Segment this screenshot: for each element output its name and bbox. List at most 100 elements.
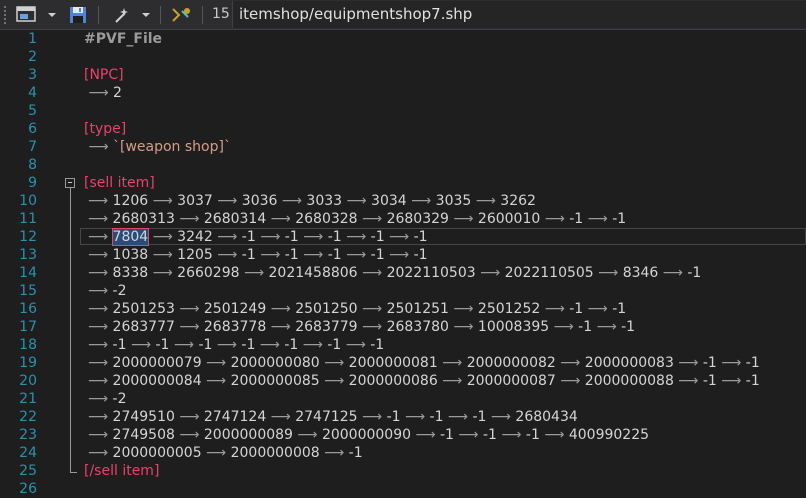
- code-token: -1: [745, 355, 760, 371]
- code-token: 2749508: [112, 427, 175, 443]
- tab-arrow: ⟶: [84, 85, 113, 101]
- code-line[interactable]: 16 ⟶ 2501253 ⟶ 2501249 ⟶ 2501250 ⟶ 250125…: [0, 300, 806, 318]
- tab-arrow: ⟶: [443, 409, 473, 425]
- tab-arrow: ⟶: [88, 391, 113, 407]
- code-token: 2021458806: [268, 265, 358, 281]
- line-number: 17: [19, 319, 37, 335]
- tab-arrow: ⟶: [319, 355, 349, 371]
- tab-arrow: ⟶: [341, 229, 371, 245]
- tab-arrow: ⟶: [292, 427, 322, 443]
- code-content: ⟶ 2501253 ⟶ 2501249 ⟶ 2501250 ⟶ 2501251 …: [88, 300, 626, 318]
- save-icon[interactable]: [66, 5, 90, 25]
- section-tag: [NPC]: [84, 67, 124, 83]
- format-icon[interactable]: [168, 5, 194, 25]
- tab-arrow: ⟶: [126, 337, 156, 353]
- tab-arrow: ⟶: [555, 355, 585, 371]
- section-tag: [sell item]: [84, 175, 155, 191]
- code-token: 2683777: [112, 319, 175, 335]
- line-number: 10: [19, 193, 37, 209]
- code-line[interactable]: 9 [sell item]: [0, 174, 806, 192]
- window-layout-icon[interactable]: [14, 5, 38, 25]
- code-line[interactable]: 2: [0, 48, 806, 66]
- tab-arrow: ⟶: [255, 337, 285, 353]
- code-token: -1: [284, 337, 299, 353]
- code-token: 3242: [177, 229, 213, 245]
- code-line[interactable]: 15 ⟶ -2: [0, 282, 806, 300]
- wand-dropdown-chevron-icon[interactable]: [138, 5, 154, 25]
- tab-arrow: ⟶: [298, 247, 328, 263]
- code-line[interactable]: 25 [/sell item]: [0, 462, 806, 480]
- tab-arrow: ⟶: [88, 319, 113, 335]
- tab-arrow: ⟶: [88, 301, 113, 317]
- code-token: 2680434: [515, 409, 578, 425]
- line-number: 13: [19, 247, 37, 263]
- code-token: -1: [413, 247, 428, 263]
- line-number: 24: [19, 445, 37, 461]
- code-token: 2747124: [203, 409, 267, 425]
- code-line[interactable]: 5: [0, 102, 806, 120]
- code-token: -1: [327, 229, 342, 245]
- code-line[interactable]: 1 #PVF_File: [0, 30, 806, 48]
- tab-arrow: ⟶: [486, 409, 516, 425]
- code-line[interactable]: 8: [0, 156, 806, 174]
- code-content: ⟶ `[weapon shop]`: [84, 138, 231, 156]
- code-line[interactable]: 14 ⟶ 8338 ⟶ 2660298 ⟶ 2021458806 ⟶ 202211…: [0, 264, 806, 282]
- tab-arrow: ⟶: [88, 247, 113, 263]
- code-token: 2683779: [295, 319, 358, 335]
- code-token: 2501250: [295, 301, 358, 317]
- code-line[interactable]: 11 ⟶ 2680313 ⟶ 2680314 ⟶ 2680328 ⟶ 268032…: [0, 210, 806, 228]
- code-token: 10008395: [477, 319, 550, 335]
- tab-arrow: ⟶: [148, 247, 178, 263]
- code-token: -1: [413, 229, 428, 245]
- code-editor[interactable]: 1 #PVF_File 2 3 [NPC] 4 ⟶ 2 5 6 [type] 7 ⟶ `[weap…: [0, 30, 806, 497]
- code-line[interactable]: 7 ⟶ `[weapon shop]`: [0, 138, 806, 156]
- code-line[interactable]: 26: [0, 480, 806, 498]
- tab-arrow: ⟶: [384, 229, 414, 245]
- code-line[interactable]: 24 ⟶ 2000000005 ⟶ 2000000008 ⟶ -1: [0, 444, 806, 462]
- code-token: 2501251: [386, 301, 449, 317]
- line-number: 5: [28, 103, 37, 119]
- code-line[interactable]: 4 ⟶ 2: [0, 84, 806, 102]
- toolbar-grip[interactable]: [3, 5, 7, 25]
- code-content: ⟶ 8338 ⟶ 2660298 ⟶ 2021458806 ⟶ 20221105…: [88, 264, 701, 282]
- code-token: -1: [578, 319, 593, 335]
- line-number: 7: [28, 139, 37, 155]
- code-line[interactable]: 10 ⟶ 1206 ⟶ 3037 ⟶ 3036 ⟶ 3033 ⟶ 3034 ⟶ 3…: [0, 192, 806, 210]
- code-content: ⟶ 2683777 ⟶ 2683778 ⟶ 2683779 ⟶ 2683780 …: [88, 318, 635, 336]
- code-token: #PVF_File: [84, 31, 163, 47]
- code-token: -2: [112, 283, 127, 299]
- collapse-toggle-icon[interactable]: [65, 178, 75, 188]
- code-line[interactable]: 22 ⟶ 2749510 ⟶ 2747124 ⟶ 2747125 ⟶ -1 ⟶ -…: [0, 408, 806, 426]
- current-line-number: 15: [212, 6, 230, 22]
- code-token: 3033: [306, 193, 343, 209]
- file-path-field[interactable]: itemshop/equipmentshop7.shp: [232, 1, 806, 28]
- wand-icon[interactable]: [110, 5, 134, 25]
- tab-arrow: ⟶: [496, 427, 526, 443]
- code-line[interactable]: 23 ⟶ 2749508 ⟶ 2000000089 ⟶ 2000000090 ⟶ …: [0, 426, 806, 444]
- fold-guide-end: [70, 472, 77, 473]
- tab-arrow: ⟶: [319, 445, 349, 461]
- code-line[interactable]: 3 [NPC]: [0, 66, 806, 84]
- code-line[interactable]: 20 ⟶ 2000000084 ⟶ 2000000085 ⟶ 2000000086…: [0, 372, 806, 390]
- code-token: -1: [687, 265, 702, 281]
- code-line[interactable]: 19 ⟶ 2000000079 ⟶ 2000000080 ⟶ 2000000081…: [0, 354, 806, 372]
- code-token: 2501249: [203, 301, 267, 317]
- code-line[interactable]: 17 ⟶ 2683777 ⟶ 2683778 ⟶ 2683779 ⟶ 268378…: [0, 318, 806, 336]
- code-line[interactable]: 6 [type]: [0, 120, 806, 138]
- save-dropdown-chevron-icon[interactable]: [42, 5, 62, 25]
- toolbar-separator: [160, 6, 161, 24]
- code-token: -1: [702, 355, 717, 371]
- code-content: ⟶ 2000000005 ⟶ 2000000008 ⟶ -1: [88, 444, 363, 462]
- code-token: 2680313: [112, 211, 175, 227]
- tab-arrow: ⟶: [471, 193, 501, 209]
- code-line[interactable]: 12 ⟶ 7804 ⟶ 3242 ⟶ -1 ⟶ -1 ⟶ -1 ⟶ -1 ⟶ -1: [0, 228, 806, 246]
- tab-arrow: ⟶: [266, 409, 296, 425]
- tab-arrow: ⟶: [437, 373, 467, 389]
- line-number: 11: [19, 211, 37, 227]
- code-line[interactable]: 21 ⟶ -2: [0, 390, 806, 408]
- code-token: 2600010: [477, 211, 541, 227]
- tab-arrow: ⟶: [437, 355, 467, 371]
- code-line[interactable]: 13 ⟶ 1038 ⟶ 1205 ⟶ -1 ⟶ -1 ⟶ -1 ⟶ -1 ⟶ -1: [0, 246, 806, 264]
- code-line[interactable]: 18 ⟶ -1 ⟶ -1 ⟶ -1 ⟶ -1 ⟶ -1 ⟶ -1 ⟶ -1: [0, 336, 806, 354]
- tab-arrow: ⟶: [169, 337, 199, 353]
